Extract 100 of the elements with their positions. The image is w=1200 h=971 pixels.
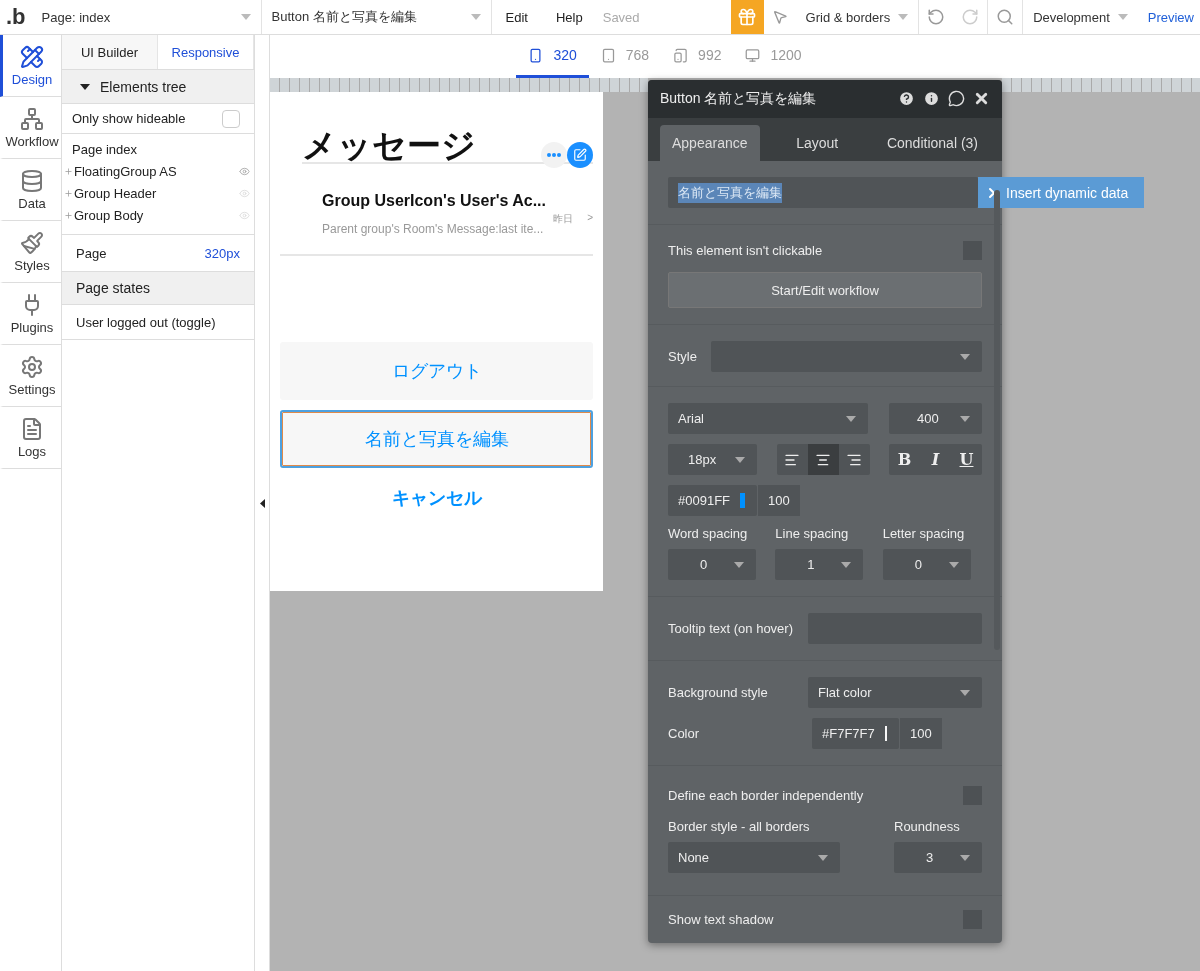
more-button[interactable]	[541, 142, 567, 168]
search-icon	[996, 8, 1015, 26]
field-label: Color	[668, 726, 701, 741]
more-icon	[547, 153, 561, 157]
expand-icon[interactable]	[64, 166, 73, 176]
caret-icon	[960, 689, 970, 696]
element-dropdown[interactable]: Button 名前と写真を編集	[261, 0, 492, 34]
caret-icon	[846, 415, 856, 422]
info-icon	[923, 90, 940, 108]
speech-bubble-icon	[948, 90, 965, 108]
underline-button[interactable]: U	[951, 444, 982, 475]
tablet-icon	[673, 47, 689, 63]
field-label: Roundness	[894, 819, 961, 834]
compose-button[interactable]	[567, 142, 593, 168]
field-label: Background style	[668, 685, 768, 700]
field-label: This element isn't clickable	[668, 243, 823, 258]
conversation-preview: Parent group's Room's Message:last ite...	[322, 222, 545, 236]
info-button[interactable]	[923, 90, 940, 108]
page-dropdown[interactable]: Page: index	[31, 0, 262, 34]
page-label: Page	[76, 245, 107, 261]
conversation-time: 昨日	[553, 212, 574, 226]
eye-icon[interactable]	[239, 209, 250, 221]
tree-item[interactable]: FloatingGroup AS	[74, 163, 177, 179]
color-field[interactable]: #F7F7F7	[812, 718, 899, 749]
monitor-icon	[745, 47, 761, 63]
caret-icon	[818, 854, 828, 861]
caret-icon	[898, 14, 909, 20]
collapse-icon[interactable]	[259, 498, 265, 508]
field-label: Word spacing	[668, 526, 749, 541]
field-label: Line spacing	[775, 526, 850, 541]
panel-tab[interactable]: Appearance	[660, 125, 760, 161]
elements-tree-header[interactable]: Elements tree	[62, 70, 254, 104]
color-swatch	[884, 726, 887, 741]
page-width: 320px	[204, 245, 240, 261]
page-states-header: Page states	[62, 271, 254, 305]
hideable-label: Only show hideable	[72, 111, 186, 126]
align-center-button[interactable]	[807, 444, 839, 475]
eye-icon[interactable]	[239, 165, 250, 177]
help-icon	[898, 90, 915, 108]
expand-icon[interactable]	[64, 188, 73, 198]
color-swatch	[740, 493, 745, 508]
page-title: メッセージ	[302, 128, 476, 162]
expand-icon[interactable]	[64, 210, 73, 220]
panel-tab[interactable]: UI Builder	[62, 35, 158, 69]
tree-root: Page index	[72, 141, 138, 157]
field-label: Show text shadow	[668, 912, 774, 927]
caret-icon	[734, 561, 744, 568]
field-label: Tooltip text (on hover)	[668, 621, 793, 636]
tree-item[interactable]: Group Body	[74, 207, 144, 223]
color-field[interactable]: #0091FF	[668, 485, 757, 516]
italic-button[interactable]: I	[920, 444, 951, 475]
field-label: Define each border independently	[668, 788, 864, 803]
menu-item[interactable]: Edit	[491, 9, 542, 25]
opacity-field[interactable]: 100	[757, 485, 800, 516]
workflow-icon	[20, 106, 44, 131]
caret-icon	[960, 353, 970, 360]
font-dropdown[interactable]: Arial	[668, 403, 868, 434]
eye-icon[interactable]	[239, 187, 250, 199]
caret-icon	[470, 14, 481, 20]
roundness-dropdown[interactable]: 3	[894, 842, 982, 873]
gift-button[interactable]	[730, 0, 764, 34]
gift-icon	[737, 7, 758, 27]
settings-icon	[20, 354, 44, 379]
panel-tab[interactable]: Conditional (3)	[874, 125, 990, 161]
field-label: Style	[668, 349, 697, 364]
logs-icon	[20, 416, 44, 441]
size-dropdown[interactable]: 18px	[668, 444, 757, 475]
workflow-button[interactable]: Start/Edit workflow	[668, 272, 982, 308]
spacing-dropdown[interactable]: 0	[668, 549, 756, 580]
styles-icon	[20, 230, 44, 255]
grid-dropdown[interactable]: Grid & borders	[795, 0, 920, 34]
border-style-dropdown[interactable]: None	[668, 842, 840, 873]
caret-icon	[960, 854, 970, 861]
caret-icon	[1117, 14, 1128, 20]
page-state-item[interactable]: User logged out (toggle)	[76, 314, 216, 330]
triangle-icon	[80, 83, 90, 90]
save-status: Saved	[601, 9, 641, 25]
data-icon	[20, 168, 44, 193]
caret-icon	[240, 14, 251, 20]
tree-item[interactable]: Group Header	[74, 185, 157, 201]
redo-icon	[961, 8, 980, 26]
field-label: Border style - all borders	[668, 819, 811, 834]
help-button[interactable]	[898, 90, 915, 108]
checkbox[interactable]	[222, 109, 240, 128]
spacing-dropdown[interactable]: 1	[775, 549, 864, 580]
bold-button[interactable]: B	[889, 444, 920, 475]
undo-icon	[927, 8, 946, 26]
opacity-field[interactable]: 100	[899, 718, 942, 749]
menu-item[interactable]: Help	[541, 9, 597, 25]
comment-button[interactable]	[948, 90, 965, 108]
panel-tab[interactable]: Layout	[763, 125, 871, 161]
caret-icon	[735, 456, 745, 463]
caret-icon	[960, 415, 970, 422]
tablet-icon	[600, 47, 616, 63]
background-style-dropdown[interactable]: Flat color	[808, 677, 982, 708]
nav-item[interactable]: Design	[0, 35, 61, 97]
weight-dropdown[interactable]: 400	[889, 403, 982, 434]
preview-link[interactable]: Preview	[1137, 9, 1200, 25]
environment-dropdown[interactable]: Development	[1023, 0, 1138, 34]
spacing-dropdown[interactable]: 0	[882, 549, 971, 580]
